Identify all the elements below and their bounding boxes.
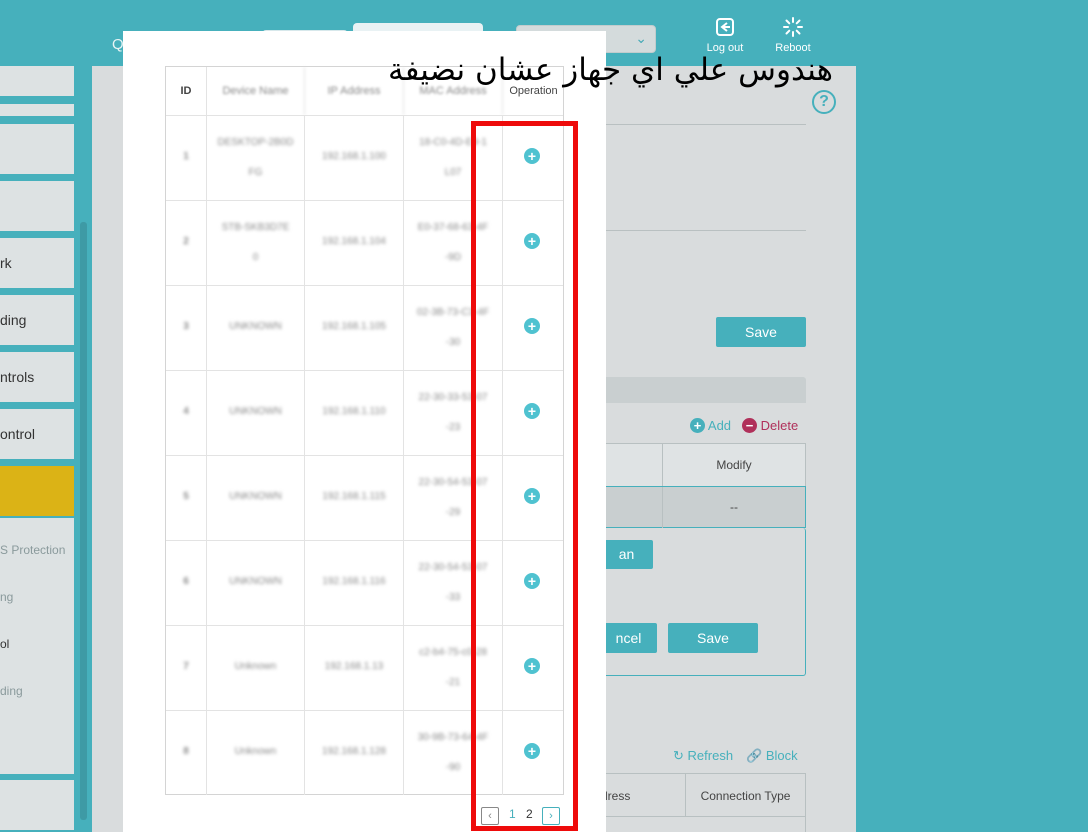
sidebar-item-parental-controls[interactable]: ntrols xyxy=(0,352,74,402)
section-divider xyxy=(600,230,806,231)
sidebar-item-network[interactable]: rk xyxy=(0,238,74,288)
add-button[interactable]: + Add xyxy=(690,418,731,433)
logout-icon xyxy=(716,18,734,36)
row-id: 7 xyxy=(183,661,189,672)
modify-header: Modify xyxy=(662,443,806,487)
row-id: 1 xyxy=(183,151,189,162)
help-icon[interactable]: ? xyxy=(812,90,836,114)
section-divider xyxy=(600,124,806,125)
header-device-name: Device Name xyxy=(207,67,305,115)
row-device-name-line2: FG xyxy=(248,167,263,178)
block-button[interactable]: 🔗 Block xyxy=(746,748,798,764)
row-id: 5 xyxy=(183,491,189,502)
logout-button[interactable]: Log out xyxy=(695,16,755,54)
sidebar-subitem-access-control[interactable]: ol xyxy=(0,637,74,651)
annotation-text: هندوس علي اي جهاز عشان نضيفة xyxy=(388,52,833,88)
sidebar-item-2[interactable] xyxy=(0,104,74,116)
sidebar-item-access-control[interactable]: ontrol xyxy=(0,409,74,459)
table-divider xyxy=(166,115,563,116)
row-id: 3 xyxy=(183,321,189,332)
row-ip-address: 192.168.1.105 xyxy=(322,321,386,332)
row-ip-address: 192.168.1.104 xyxy=(322,236,386,247)
sidebar-item-forwarding[interactable]: ding xyxy=(0,295,74,345)
row-ip-address: 192.168.1.116 xyxy=(322,576,386,587)
reboot-icon xyxy=(783,17,803,37)
reboot-button[interactable]: Reboot xyxy=(763,16,823,54)
row-device-name: UNKNOWN xyxy=(229,321,282,332)
sidebar-item-4[interactable] xyxy=(0,181,74,231)
row-ip-address: 192.168.1.110 xyxy=(322,406,386,417)
annotation-highlight-box xyxy=(471,121,578,831)
sidebar-subitem-4[interactable]: ding xyxy=(0,684,74,698)
sidebar-subitem-2[interactable]: ng xyxy=(0,590,74,604)
row-ip-address: 192.168.1.128 xyxy=(322,746,386,757)
sidebar-item-security-active[interactable] xyxy=(0,466,74,516)
row-device-name: UNKNOWN xyxy=(229,491,282,502)
row-device-name-line2: 0 xyxy=(252,252,259,263)
delete-icon: − xyxy=(742,418,757,433)
row-device-name: STB-SKB3D7E xyxy=(221,222,290,233)
row-id: 4 xyxy=(183,406,189,417)
refresh-icon: ↻ xyxy=(673,748,684,763)
header-id: ID xyxy=(166,67,207,115)
table-header-cell xyxy=(600,443,663,487)
modify-value: -- xyxy=(662,487,805,528)
sidebar-item-3[interactable] xyxy=(0,124,74,174)
connection-type-header: Connection Type xyxy=(685,773,806,817)
row-device-name: Unknown xyxy=(234,661,277,672)
sidebar-item-bottom[interactable] xyxy=(0,780,74,830)
sidebar-scrollbar[interactable] xyxy=(80,222,87,820)
row-id: 2 xyxy=(183,236,189,247)
row-device-name: DESKTOP-2B0D xyxy=(217,137,294,148)
row-ip-address: 192.168.1.13 xyxy=(324,661,384,672)
row-device-name: UNKNOWN xyxy=(229,576,282,587)
list-header-band xyxy=(600,377,806,403)
sidebar-item-1[interactable] xyxy=(0,66,74,96)
block-icon: 🔗 xyxy=(746,748,763,763)
scan-button[interactable]: an xyxy=(600,540,653,569)
cancel-button[interactable]: ncel xyxy=(600,623,657,653)
row-id: 6 xyxy=(183,576,189,587)
row-device-name: UNKNOWN xyxy=(229,406,282,417)
save-button[interactable]: Save xyxy=(716,317,806,347)
delete-button[interactable]: − Delete xyxy=(742,418,798,433)
address-header: dress xyxy=(600,773,686,817)
add-icon: + xyxy=(690,418,705,433)
top-fragment-q: Q xyxy=(112,36,124,53)
refresh-button[interactable]: ↻ Refresh xyxy=(673,748,733,764)
row-device-name: Unknown xyxy=(234,746,277,757)
table-row xyxy=(600,816,806,832)
row-ip-address: 192.168.1.115 xyxy=(322,491,386,502)
row-ip-address: 192.168.1.100 xyxy=(322,151,386,162)
sidebar-subitem-dos-protection[interactable]: S Protection xyxy=(0,543,74,557)
chevron-down-icon: ⌄ xyxy=(635,30,647,46)
save-button-2[interactable]: Save xyxy=(668,623,758,653)
row-id: 8 xyxy=(183,746,189,757)
